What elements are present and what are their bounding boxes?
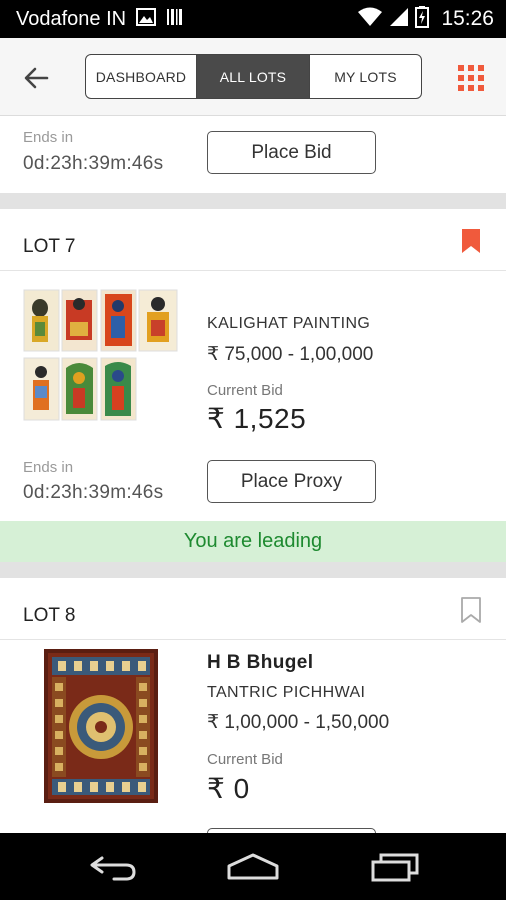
status-bar: Vodafone IN 15:26 (0, 0, 506, 38)
lots-list: Ends in 0d:23h:39m:46s Place Bid LOT 7 K… (0, 117, 506, 833)
recents-icon (371, 853, 419, 882)
kalighat-painting-image (23, 288, 179, 423)
countdown-timer: 0d:23h:39m:46s (23, 153, 164, 174)
ends-in-label: Ends in (23, 129, 74, 146)
lot-number: LOT 8 (23, 605, 76, 626)
bookmark-filled-icon (462, 229, 480, 253)
bookmark-outline-icon (461, 597, 481, 623)
current-bid-value: ₹ 0 (207, 773, 250, 804)
lots-tab-switcher: DASHBOARD ALL LOTS MY LOTS (85, 54, 422, 99)
tab-dashboard[interactable]: DASHBOARD (86, 55, 197, 98)
tab-my-lots[interactable]: MY LOTS (310, 55, 421, 98)
grid-menu-button[interactable] (456, 63, 486, 93)
wifi-icon (357, 7, 383, 32)
current-bid-label: Current Bid (207, 382, 283, 399)
estimate-range: ₹ 75,000 - 1,00,000 (207, 344, 374, 365)
lot-title: KALIGHAT PAINTING (207, 315, 371, 332)
nav-back-button[interactable] (83, 849, 143, 885)
lot-number: LOT 7 (23, 236, 76, 257)
ends-in-label: Ends in (23, 459, 74, 476)
artist-name: H B Bhugel (207, 652, 314, 673)
nav-recents-button[interactable] (365, 849, 425, 885)
place-bid-button[interactable]: Place Bid (207, 131, 376, 174)
lot-title: TANTRIC PICHHWAI (207, 684, 366, 701)
barcode-notification-icon (166, 7, 184, 31)
home-icon (227, 853, 279, 880)
estimate-range: ₹ 1,00,000 - 1,50,000 (207, 712, 390, 733)
countdown-timer: 0d:23h:39m:46s (23, 482, 164, 503)
section-divider (0, 562, 506, 578)
clock: 15:26 (441, 7, 494, 30)
leading-status-banner: You are leading (0, 521, 506, 562)
carrier-name: Vodafone IN (16, 7, 127, 30)
divider-line (0, 270, 506, 271)
battery-icon (415, 5, 430, 33)
signal-icon (389, 7, 409, 32)
tab-all-lots[interactable]: ALL LOTS (197, 55, 310, 98)
bookmark-button[interactable] (460, 597, 482, 623)
place-proxy-button[interactable]: Place Proxy (207, 460, 376, 503)
lot-7-thumbnail[interactable] (23, 288, 179, 423)
grid-icon (458, 65, 484, 91)
divider-line (0, 639, 506, 640)
current-bid-value: ₹ 1,525 (207, 403, 307, 434)
bookmark-button[interactable] (460, 228, 482, 254)
back-button[interactable] (18, 60, 54, 96)
lot-8-thumbnail[interactable] (44, 649, 158, 803)
back-arrow-icon (24, 67, 49, 89)
nav-home-button[interactable] (223, 849, 283, 885)
image-notification-icon (136, 7, 157, 31)
section-divider (0, 193, 506, 209)
navigation-bar (0, 833, 506, 900)
back-icon (90, 856, 136, 881)
current-bid-label: Current Bid (207, 751, 283, 768)
app-bar: DASHBOARD ALL LOTS MY LOTS (0, 38, 506, 116)
tantric-pichhwai-image (44, 649, 158, 803)
